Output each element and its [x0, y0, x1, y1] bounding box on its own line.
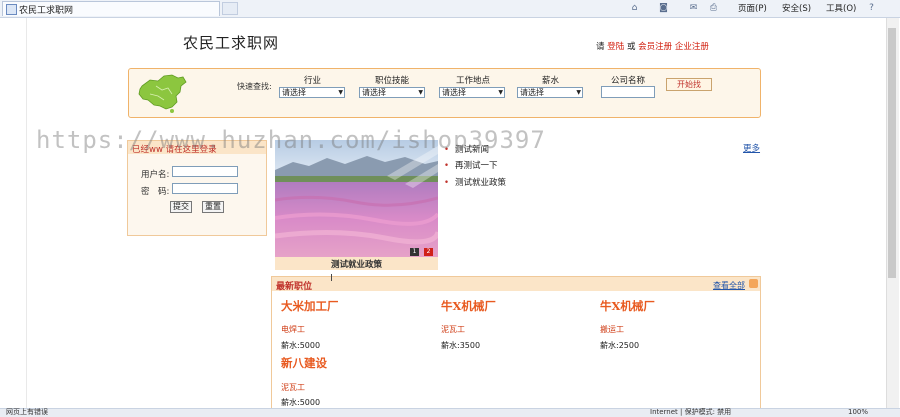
password-label: 密 码: [141, 187, 170, 197]
please-text: 请 [596, 42, 605, 52]
text-cursor-icon: I [330, 273, 333, 284]
search-button[interactable]: 开始找 [666, 78, 712, 91]
bullet-icon: • [444, 161, 450, 171]
help-icon[interactable]: ? [866, 3, 877, 13]
latest-jobs-panel [271, 276, 761, 416]
industry-select[interactable]: 请选择 ▼ [279, 87, 345, 98]
username-input[interactable] [172, 166, 238, 177]
location-select-value: 请选择 [442, 88, 466, 97]
skill-select-value: 请选择 [362, 88, 386, 97]
company-name-input[interactable] [601, 86, 655, 98]
job-position[interactable]: 泥瓦工 [441, 324, 465, 335]
news-item-label: 再测试一下 [455, 161, 498, 171]
job-company[interactable]: 牛X机械厂 [600, 298, 655, 314]
china-map-icon [138, 74, 187, 113]
tab-title: 农民工求职网 [19, 6, 74, 16]
job-company[interactable]: 牛X机械厂 [441, 298, 496, 314]
company-register-link[interactable]: 企业注册 [675, 42, 709, 52]
photo-caption[interactable]: 测试就业政策 [275, 258, 438, 270]
home-icon[interactable]: ⌂ [629, 3, 640, 13]
username-label: 用户名: [141, 170, 170, 180]
job-position[interactable]: 泥瓦工 [281, 382, 305, 393]
site-title: 农民工求职网 [183, 34, 280, 52]
view-all-link[interactable]: 查看全部 [713, 280, 745, 291]
status-message[interactable]: 网页上有错误 [6, 408, 48, 416]
job-salary: 薪水:5000 [281, 398, 321, 407]
skill-label: 职位技能 [375, 76, 410, 86]
job-salary: 薪水:2500 [600, 341, 640, 350]
quick-search-label: 快速查找: [237, 82, 272, 91]
chevron-down-icon: ▼ [418, 89, 423, 96]
chevron-down-icon: ▼ [576, 89, 581, 96]
safety-menu[interactable]: 安全(S) [782, 2, 811, 14]
view-all-icon[interactable] [749, 279, 758, 288]
job-position[interactable]: 搬运工 [600, 324, 624, 335]
feed-icon[interactable]: ◙ [658, 3, 669, 13]
job-company[interactable]: 大米加工厂 [281, 298, 339, 314]
industry-select-value: 请选择 [282, 88, 306, 97]
salary-select-value: 请选择 [520, 88, 544, 97]
page-favicon-icon [6, 4, 17, 15]
zoom-level[interactable]: 100% [848, 408, 868, 416]
latest-jobs-header [272, 277, 760, 291]
browser-tab[interactable]: 农民工求职网 [2, 1, 220, 16]
news-item-label: 测试就业政策 [455, 178, 507, 188]
chevron-down-icon: ▼ [338, 89, 343, 96]
news-photo[interactable] [275, 140, 438, 257]
skill-select[interactable]: 请选择 ▼ [359, 87, 425, 98]
location-label: 工作地点 [456, 76, 491, 86]
news-item[interactable]: • 测试就业政策 [444, 176, 506, 188]
latest-jobs-title: 最新职位 [276, 282, 313, 292]
member-register-link[interactable]: 会员注册 [638, 42, 672, 52]
job-position[interactable]: 电焊工 [281, 324, 305, 335]
job-salary: 薪水:3500 [441, 341, 481, 350]
submit-button[interactable]: 提交 [170, 201, 192, 213]
slide-page-2[interactable]: 2 [424, 248, 433, 256]
tools-menu[interactable]: 工具(O) [826, 2, 856, 14]
page-frame-divider [26, 18, 27, 416]
news-item[interactable]: • 再测试一下 [444, 159, 498, 171]
page-menu[interactable]: 页面(P) [738, 2, 767, 14]
job-salary: 薪水:5000 [281, 341, 321, 350]
reset-button[interactable]: 重置 [202, 201, 224, 213]
scrollbar-thumb[interactable] [888, 28, 896, 278]
news-more-link[interactable]: 更多 [743, 142, 760, 154]
salary-select[interactable]: 请选择 ▼ [517, 87, 583, 98]
password-input[interactable] [172, 183, 238, 194]
salary-label: 薪水 [542, 76, 560, 86]
industry-label: 行业 [304, 76, 322, 86]
status-zone[interactable]: Internet | 保护模式: 禁用 [650, 408, 731, 416]
account-links: 请 登陆 或 会员注册 企业注册 [596, 40, 709, 52]
or-text: 或 [626, 42, 636, 52]
company-name-label: 公司名称 [611, 76, 646, 86]
slide-page-1[interactable]: 1 [410, 248, 419, 256]
job-company[interactable]: 新八建设 [281, 355, 327, 371]
login-link[interactable]: 登陆 [607, 42, 624, 52]
bullet-icon: • [444, 178, 450, 188]
new-tab-button[interactable] [222, 2, 238, 15]
print-icon[interactable]: ⎙ [708, 3, 719, 13]
chevron-down-icon: ▼ [498, 89, 503, 96]
watermark-text: https://www.huzhan.com/ishop39397 [36, 126, 546, 154]
location-select[interactable]: 请选择 ▼ [439, 87, 505, 98]
mail-icon[interactable]: ✉ [688, 3, 699, 13]
